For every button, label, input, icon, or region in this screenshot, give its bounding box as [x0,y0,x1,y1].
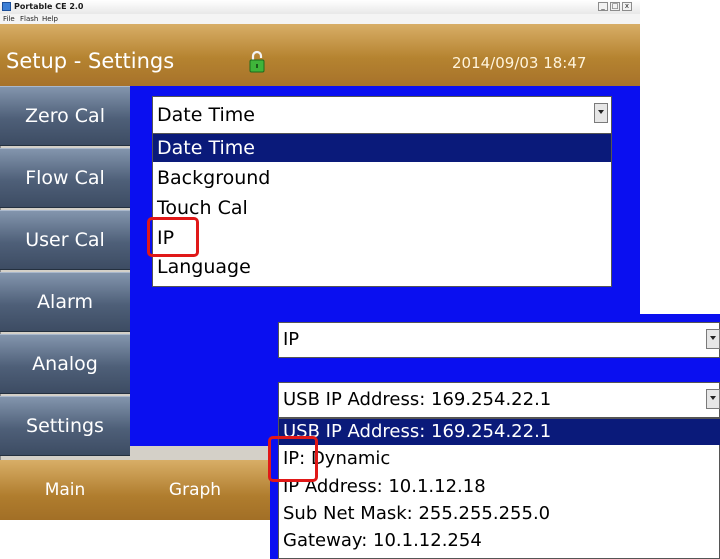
ip-category-select[interactable] [278,322,720,358]
chevron-down-icon[interactable] [706,329,720,349]
nav-alarm[interactable]: Alarm [0,272,130,332]
page-title: Setup - Settings [6,49,175,73]
settings-category-value: Date Time [157,104,255,126]
minimize-button[interactable]: _ [598,2,608,11]
menu-flash[interactable]: Flash [20,14,38,24]
nav-zero-cal[interactable]: Zero Cal [0,86,130,146]
list-item-subnet-mask[interactable]: Sub Net Mask: 255.255.255.0 [283,501,550,527]
app-icon [2,2,11,11]
chevron-down-icon[interactable] [706,389,720,409]
window-title: Portable CE 2.0 [14,2,84,11]
nav-flow-cal[interactable]: Flow Cal [0,148,130,208]
list-item-date-time[interactable]: Date Time [153,134,611,162]
menu-bar [0,14,640,24]
menu-help[interactable]: Help [42,14,58,24]
chevron-down-icon[interactable] [594,103,608,123]
list-item-gateway[interactable]: Gateway: 10.1.12.254 [283,528,482,554]
highlight-ip-mode [268,436,318,482]
nav-graph[interactable]: Graph [130,460,260,520]
nav-settings[interactable]: Settings [0,396,130,456]
list-item-usb-ip[interactable]: USB IP Address: 169.254.22.1 [279,419,720,445]
maximize-button[interactable]: □ [610,2,620,11]
list-item-language[interactable]: Language [157,253,251,281]
nav-main[interactable]: Main [0,460,130,520]
ip-setting-value: USB IP Address: 169.254.22.1 [283,389,552,410]
header-datetime: 2014/09/03 18:47 [452,54,587,72]
close-button[interactable]: x [622,2,632,11]
nav-analog[interactable]: Analog [0,334,130,394]
title-bar[interactable] [0,0,640,14]
menu-file[interactable]: File [3,14,15,24]
highlight-ip-option [147,217,199,257]
ip-category-value: IP [283,329,300,350]
lock-icon[interactable] [248,50,266,74]
nav-user-cal[interactable]: User Cal [0,210,130,270]
list-item-background[interactable]: Background [157,164,270,192]
